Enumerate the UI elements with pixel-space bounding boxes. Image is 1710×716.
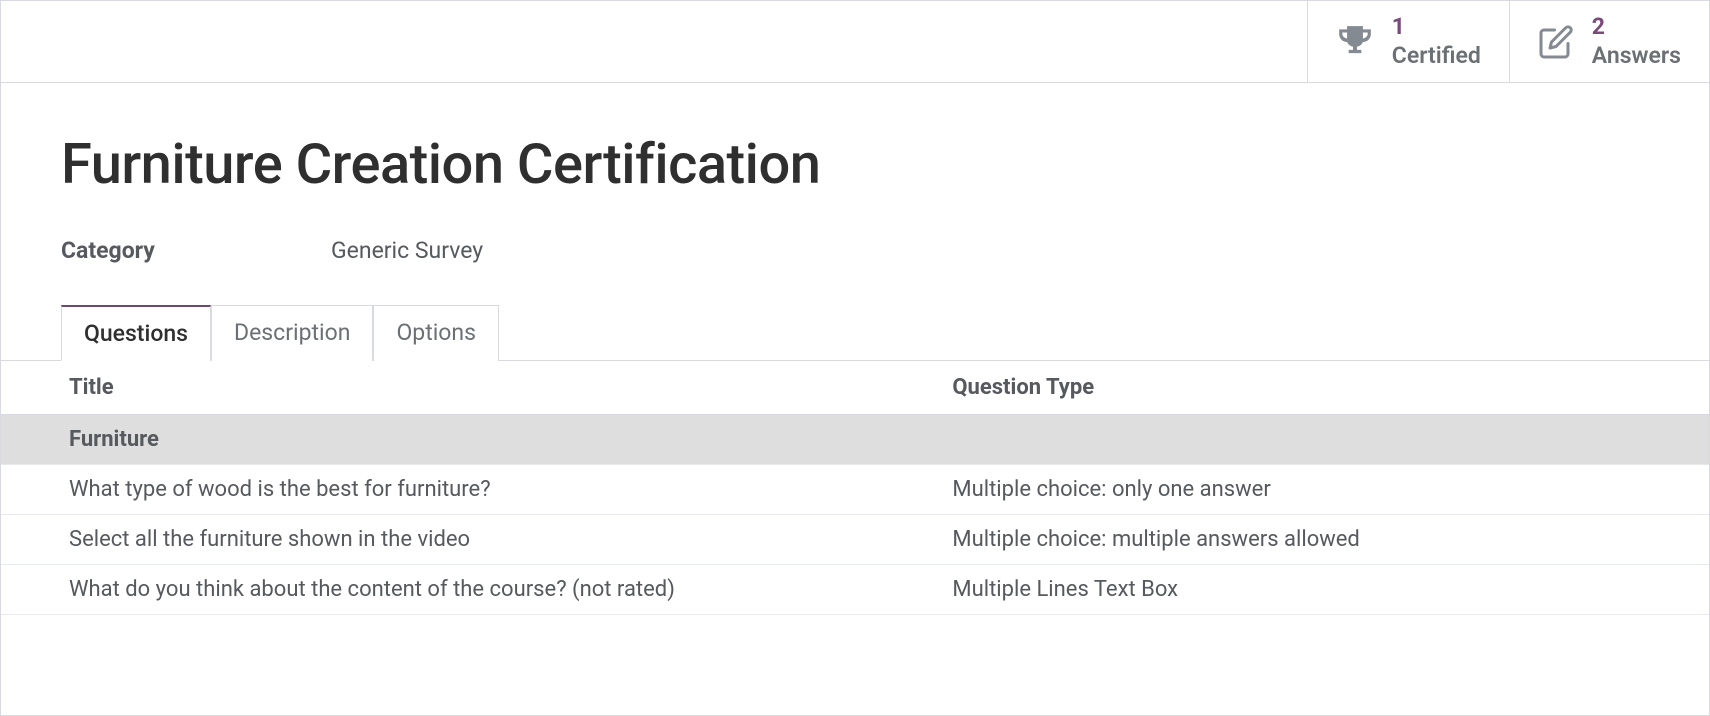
form-content: Furniture Creation Certification Categor… xyxy=(1,83,1709,615)
tab-bar: Questions Description Options xyxy=(1,304,1709,361)
stat-bar: 1 Certified 2 Answers xyxy=(1,1,1709,83)
col-header-title[interactable]: Title xyxy=(1,361,940,415)
stat-answers-count: 2 xyxy=(1592,13,1681,42)
questions-table-wrap: Title Question Type Furniture What type … xyxy=(1,361,1709,615)
tab-questions[interactable]: Questions xyxy=(61,305,211,361)
table-row[interactable]: What do you think about the content of t… xyxy=(1,565,1709,615)
stat-certified[interactable]: 1 Certified xyxy=(1307,1,1509,82)
questions-table: Title Question Type Furniture What type … xyxy=(1,361,1709,615)
form-sheet: 1 Certified 2 Answers Furniture Creation… xyxy=(0,0,1710,716)
table-row[interactable]: What type of wood is the best for furnit… xyxy=(1,465,1709,515)
stat-answers[interactable]: 2 Answers xyxy=(1509,1,1709,82)
category-value[interactable]: Generic Survey xyxy=(331,237,483,264)
category-field: Category Generic Survey xyxy=(61,237,1649,264)
table-row[interactable]: Select all the furniture shown in the vi… xyxy=(1,515,1709,565)
stat-certified-count: 1 xyxy=(1392,13,1481,42)
row-type: Multiple choice: only one answer xyxy=(940,465,1709,515)
section-title: Furniture xyxy=(1,415,1709,465)
stat-certified-text: 1 Certified xyxy=(1392,13,1481,71)
page-title: Furniture Creation Certification xyxy=(61,131,1649,197)
tab-options[interactable]: Options xyxy=(373,305,499,361)
row-title: What type of wood is the best for furnit… xyxy=(1,465,940,515)
table-section-row[interactable]: Furniture xyxy=(1,415,1709,465)
row-type: Multiple choice: multiple answers allowe… xyxy=(940,515,1709,565)
row-title: Select all the furniture shown in the vi… xyxy=(1,515,940,565)
trophy-icon xyxy=(1336,23,1374,61)
stat-answers-label: Answers xyxy=(1592,42,1681,71)
stat-answers-text: 2 Answers xyxy=(1592,13,1681,71)
col-header-type[interactable]: Question Type xyxy=(940,361,1709,415)
stat-certified-label: Certified xyxy=(1392,42,1481,71)
tab-description[interactable]: Description xyxy=(211,305,373,361)
table-header-row: Title Question Type xyxy=(1,361,1709,415)
row-type: Multiple Lines Text Box xyxy=(940,565,1709,615)
pencil-square-icon xyxy=(1538,24,1574,60)
category-label: Category xyxy=(61,237,331,264)
row-title: What do you think about the content of t… xyxy=(1,565,940,615)
